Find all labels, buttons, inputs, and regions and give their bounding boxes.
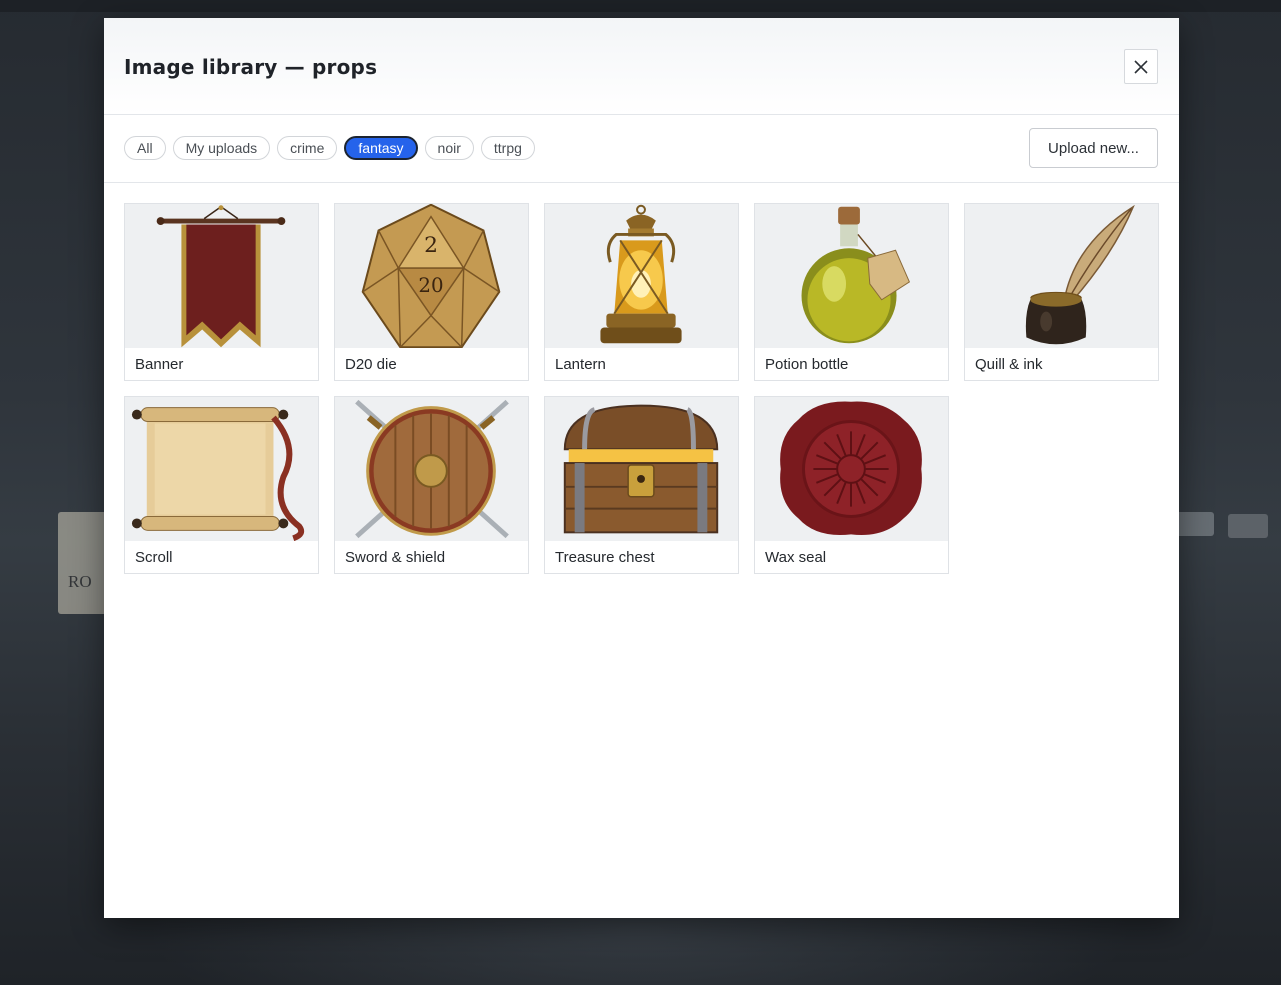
image-tile-potion-bottle[interactable]: Potion bottle <box>754 203 949 381</box>
d20-image: 2 20 <box>335 204 528 348</box>
tile-label: Potion bottle <box>765 356 849 373</box>
tile-label: Scroll <box>135 549 173 566</box>
image-grid: Banner 2 20 D20 die Lantern Potion bottl… <box>124 203 1159 574</box>
chest-image <box>545 397 738 541</box>
image-tile-d20-die[interactable]: 2 20 D20 die <box>334 203 529 381</box>
filter-toolbar: All My uploads crime fantasy noir ttrpg … <box>104 115 1179 183</box>
filter-chip-fantasy[interactable]: fantasy <box>344 136 418 160</box>
image-tile-wax-seal[interactable]: Wax seal <box>754 396 949 574</box>
potion-image <box>755 204 948 348</box>
image-tile-treasure-chest[interactable]: Treasure chest <box>544 396 739 574</box>
image-tile-quill-ink[interactable]: Quill & ink <box>964 203 1159 381</box>
svg-text:20: 20 <box>418 274 443 297</box>
image-tile-banner[interactable]: Banner <box>124 203 319 381</box>
filter-chip-ttrpg[interactable]: ttrpg <box>480 136 535 160</box>
image-tile-scroll[interactable]: Scroll <box>124 396 319 574</box>
upload-new-button[interactable]: Upload new... <box>1029 128 1158 168</box>
filter-chip-crime[interactable]: crime <box>277 136 338 160</box>
modal-header: Image library — props <box>104 18 1179 115</box>
close-icon <box>1134 59 1148 74</box>
quill-image <box>965 204 1158 348</box>
lantern-image <box>545 204 738 348</box>
svg-text:2: 2 <box>424 233 438 258</box>
filter-chip-noir[interactable]: noir <box>424 136 474 160</box>
tile-label: Banner <box>135 356 184 373</box>
tile-label: Lantern <box>555 356 606 373</box>
scroll-image <box>125 397 318 541</box>
wax-seal-image <box>755 397 948 541</box>
filter-chip-my-uploads[interactable]: My uploads <box>172 136 271 160</box>
background-poster: RO <box>58 512 108 614</box>
image-library-modal: Image library — props All My uploads cri… <box>104 18 1179 918</box>
tile-label: D20 die <box>345 356 397 373</box>
tile-label: Wax seal <box>765 549 827 566</box>
filter-chips: All My uploads crime fantasy noir ttrpg <box>124 136 535 160</box>
backdrop-top-strip <box>0 0 1281 12</box>
image-tile-sword-shield[interactable]: Sword & shield <box>334 396 529 574</box>
tile-label: Treasure chest <box>555 549 655 566</box>
close-button[interactable] <box>1124 49 1158 84</box>
tile-label: Sword & shield <box>345 549 446 566</box>
image-tile-lantern[interactable]: Lantern <box>544 203 739 381</box>
modal-title: Image library — props <box>124 55 378 79</box>
background-control-2 <box>1228 514 1268 538</box>
filter-chip-all[interactable]: All <box>124 136 166 160</box>
banner-image <box>125 204 318 348</box>
tile-label: Quill & ink <box>975 356 1043 373</box>
sword-shield-image <box>335 397 528 541</box>
